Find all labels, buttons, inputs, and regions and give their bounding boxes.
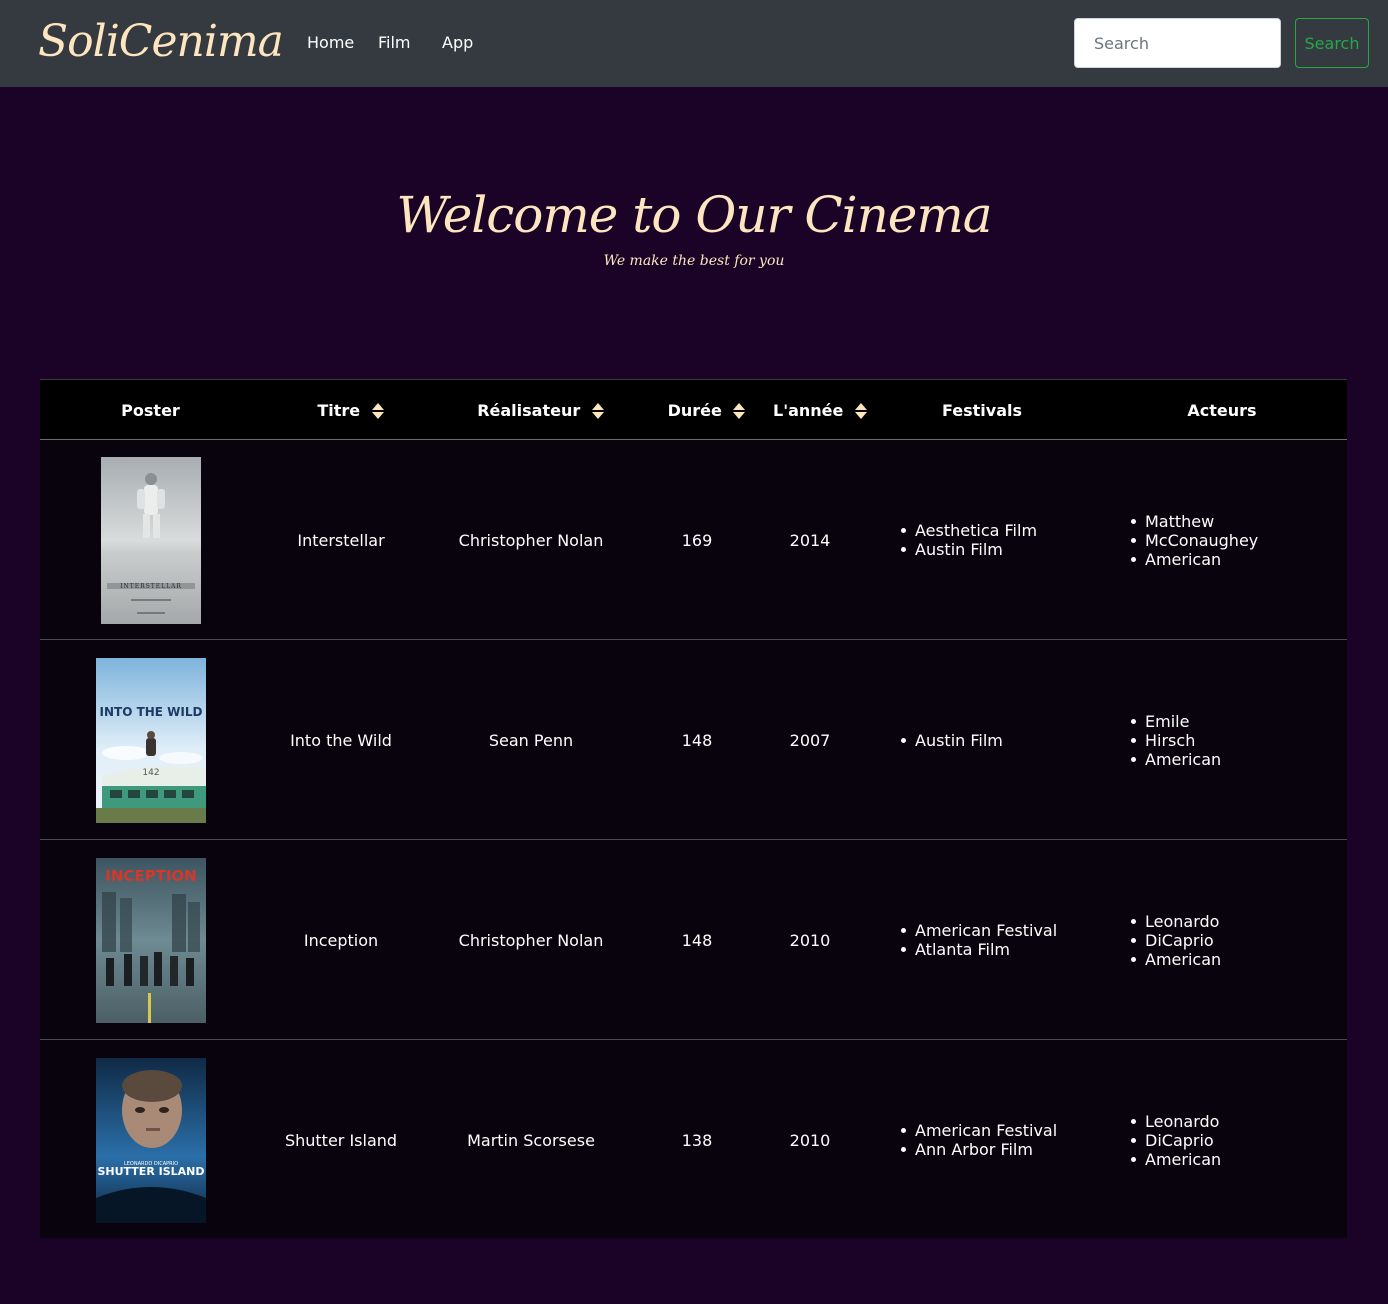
titre-cell: Into the Wild bbox=[290, 730, 392, 750]
poster-cell: INTERSTELLAR bbox=[40, 440, 261, 640]
festivals-cell: American Festival Atlanta Film bbox=[900, 840, 1110, 1040]
festivals-cell: Austin Film bbox=[900, 640, 1110, 840]
festival-item: American Festival bbox=[900, 921, 1057, 940]
festivals-cell: American Festival Ann Arbor Film bbox=[900, 1040, 1110, 1240]
festivals-list: Aesthetica Film Austin Film bbox=[900, 521, 1037, 559]
acteurs-cell: Emile Hirsch American bbox=[1130, 640, 1340, 840]
duree-cell: 148 bbox=[681, 730, 713, 750]
hero-subtitle: We make the best for you bbox=[603, 253, 785, 269]
acteur-item: Leonardo bbox=[1130, 912, 1221, 931]
acteurs-list: Leonardo DiCaprio American bbox=[1130, 1112, 1221, 1169]
poster-interstellar[interactable]: INTERSTELLAR bbox=[100, 456, 201, 624]
header-realisateur[interactable]: Réalisateur bbox=[441, 380, 641, 440]
poster-title-text: INTO THE WILD bbox=[99, 705, 202, 719]
acteurs-cell: Leonardo DiCaprio American bbox=[1130, 840, 1340, 1040]
titre-cell: Inception bbox=[303, 930, 379, 950]
header-festivals-label: Festivals bbox=[941, 400, 1023, 420]
acteur-item: Matthew bbox=[1130, 512, 1258, 531]
films-table: Poster Titre Réalisateur Durée L'année F… bbox=[40, 379, 1347, 1238]
annee-cell: 2014 bbox=[789, 530, 831, 550]
acteur-item: Hirsch bbox=[1130, 731, 1221, 750]
header-annee-label: L'année bbox=[773, 400, 844, 420]
festival-item: Aesthetica Film bbox=[900, 521, 1037, 540]
poster-title-text: INCEPTION bbox=[105, 867, 197, 885]
festival-item: Austin Film bbox=[900, 731, 1003, 750]
festival-item: Atlanta Film bbox=[900, 940, 1057, 959]
header-titre-label: Titre bbox=[317, 400, 361, 420]
poster-cell: INTO THE WILD 142 bbox=[40, 640, 261, 840]
acteurs-list: Leonardo DiCaprio American bbox=[1130, 912, 1221, 969]
poster-cell: LEONARDO DICAPRIO SHUTTER ISLAND bbox=[40, 1040, 261, 1240]
acteur-item: Leonardo bbox=[1130, 1112, 1221, 1131]
sort-icon[interactable] bbox=[591, 402, 605, 420]
nav-link-film[interactable]: Film bbox=[378, 32, 411, 54]
acteur-item: McConaughey bbox=[1130, 531, 1258, 550]
header-annee[interactable]: L'année bbox=[773, 380, 867, 440]
festivals-list: American Festival Atlanta Film bbox=[900, 921, 1057, 959]
header-poster: Poster bbox=[40, 380, 261, 440]
festival-item: Ann Arbor Film bbox=[900, 1140, 1057, 1159]
annee-cell: 2010 bbox=[789, 1130, 831, 1150]
acteurs-list: Matthew McConaughey American bbox=[1130, 512, 1258, 569]
poster-inception[interactable]: INCEPTION bbox=[95, 857, 206, 1023]
acteur-item: American bbox=[1130, 1150, 1221, 1169]
table-row: INCEPTION Inception Christopher Nolan 14… bbox=[40, 840, 1347, 1040]
table-row: LEONARDO DICAPRIO SHUTTER ISLAND Shutter… bbox=[40, 1040, 1347, 1240]
acteur-item: American bbox=[1130, 750, 1221, 769]
header-duree-label: Durée bbox=[667, 400, 722, 420]
poster-title-text: SHUTTER ISLAND bbox=[97, 1165, 204, 1178]
annee-cell: 2010 bbox=[789, 930, 831, 950]
search-input[interactable] bbox=[1074, 18, 1281, 68]
realisateur-cell: Christopher Nolan bbox=[458, 530, 604, 550]
realisateur-cell: Martin Scorsese bbox=[467, 1130, 595, 1150]
header-acteurs-label: Acteurs bbox=[1187, 400, 1257, 420]
duree-cell: 138 bbox=[681, 1130, 713, 1150]
annee-cell: 2007 bbox=[789, 730, 831, 750]
header-duree[interactable]: Durée bbox=[641, 380, 773, 440]
header-realisateur-label: Réalisateur bbox=[477, 400, 581, 420]
festivals-cell: Aesthetica Film Austin Film bbox=[900, 440, 1110, 640]
table-row: INTERSTELLAR Interstellar Christopher No… bbox=[40, 440, 1347, 640]
acteur-item: Emile bbox=[1130, 712, 1221, 731]
festival-item: American Festival bbox=[900, 1121, 1057, 1140]
duree-cell: 169 bbox=[681, 530, 713, 550]
sort-icon[interactable] bbox=[854, 402, 868, 420]
table-row: INTO THE WILD 142 Into the Wild Sean Pen… bbox=[40, 640, 1347, 840]
poster-sub-text: 142 bbox=[142, 768, 159, 778]
acteur-item: DiCaprio bbox=[1130, 1131, 1221, 1150]
header-acteurs: Acteurs bbox=[1122, 380, 1322, 440]
titre-cell: Shutter Island bbox=[284, 1130, 398, 1150]
titre-cell: Interstellar bbox=[297, 530, 385, 550]
festivals-list: Austin Film bbox=[900, 731, 1003, 750]
realisateur-cell: Christopher Nolan bbox=[458, 930, 604, 950]
poster-cell: INCEPTION bbox=[40, 840, 261, 1040]
poster-title-text: INTERSTELLAR bbox=[120, 583, 182, 590]
nav-link-home[interactable]: Home bbox=[307, 32, 354, 54]
sort-icon[interactable] bbox=[371, 402, 385, 420]
sort-icon[interactable] bbox=[732, 402, 746, 420]
festival-item: Austin Film bbox=[900, 540, 1037, 559]
duree-cell: 148 bbox=[681, 930, 713, 950]
table-header: Poster Titre Réalisateur Durée L'année F… bbox=[40, 380, 1347, 440]
search-button[interactable]: Search bbox=[1295, 18, 1369, 68]
header-poster-label: Poster bbox=[121, 400, 180, 420]
poster-shutter-island[interactable]: LEONARDO DICAPRIO SHUTTER ISLAND bbox=[95, 1057, 206, 1223]
poster-into-the-wild[interactable]: INTO THE WILD 142 bbox=[95, 657, 206, 823]
festivals-list: American Festival Ann Arbor Film bbox=[900, 1121, 1057, 1159]
realisateur-cell: Sean Penn bbox=[488, 730, 574, 750]
acteurs-list: Emile Hirsch American bbox=[1130, 712, 1221, 769]
hero-title: Welcome to Our Cinema bbox=[396, 186, 992, 244]
navbar: SoliCenima Home Film App Search bbox=[0, 0, 1388, 87]
acteur-item: American bbox=[1130, 950, 1221, 969]
brand-logo[interactable]: SoliCenima bbox=[38, 12, 284, 72]
acteurs-cell: Leonardo DiCaprio American bbox=[1130, 1040, 1340, 1240]
acteurs-cell: Matthew McConaughey American bbox=[1130, 440, 1340, 640]
acteur-item: DiCaprio bbox=[1130, 931, 1221, 950]
header-festivals: Festivals bbox=[887, 380, 1077, 440]
nav-link-app[interactable]: App bbox=[442, 32, 473, 54]
acteur-item: American bbox=[1130, 550, 1258, 569]
header-titre[interactable]: Titre bbox=[261, 380, 441, 440]
